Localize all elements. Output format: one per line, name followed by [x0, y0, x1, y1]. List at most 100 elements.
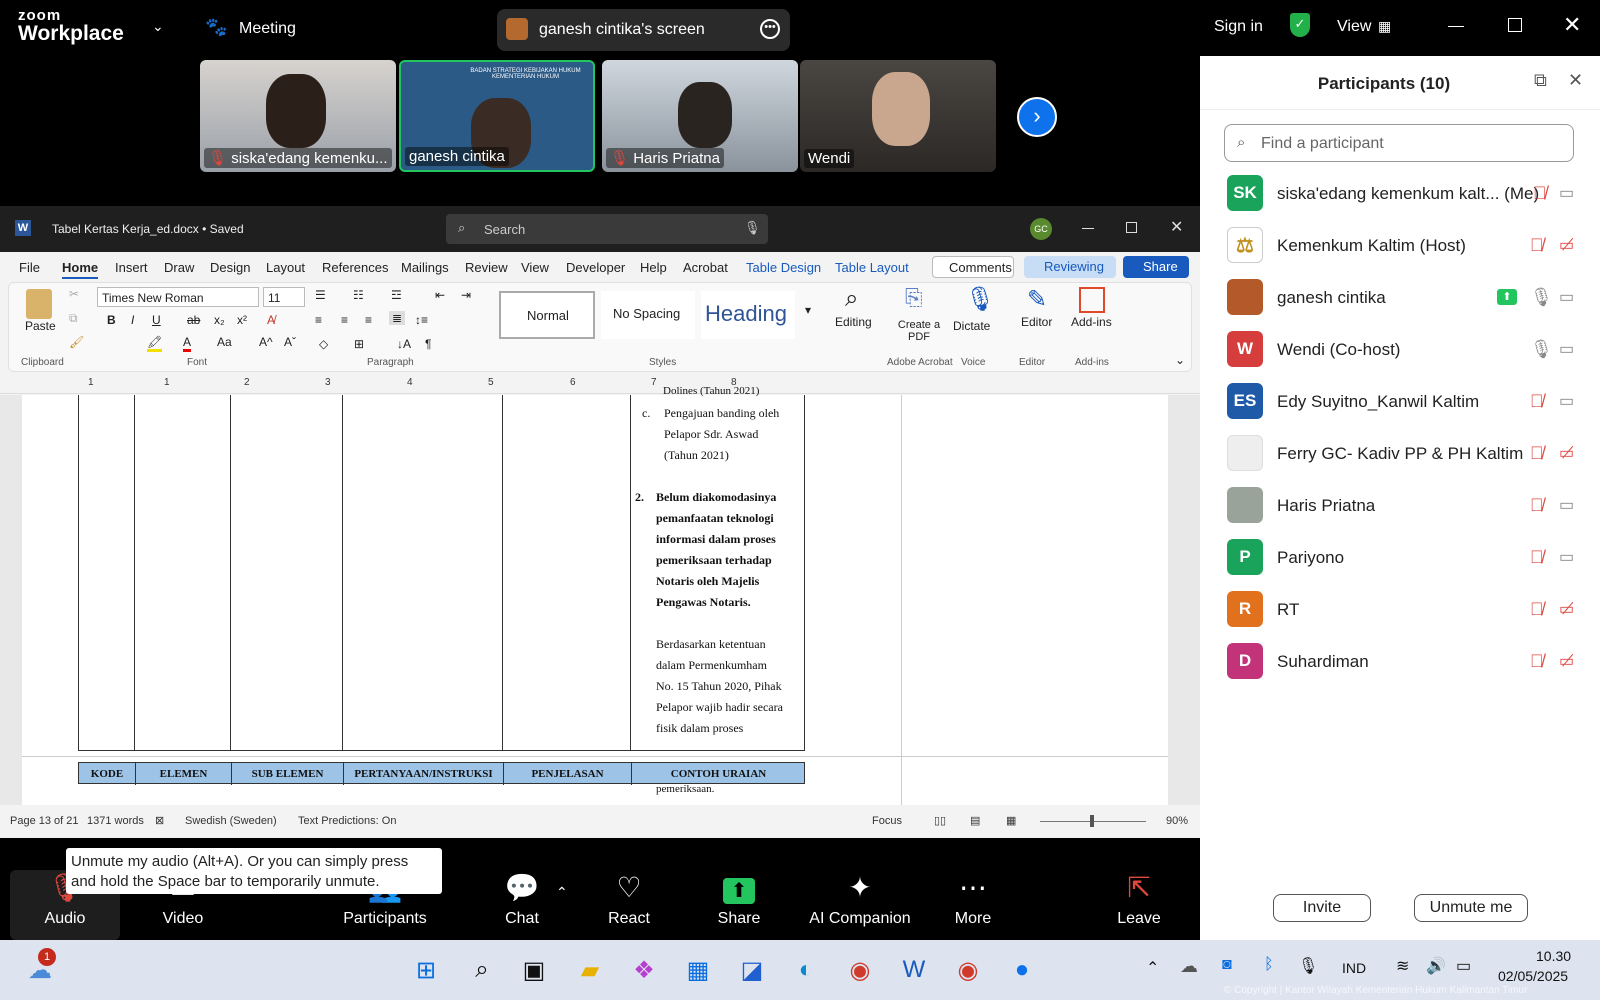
participant-row[interactable]: Ferry GC- Kadiv PP & PH Kaltim 🎙̸ ▭̸ [1200, 428, 1600, 480]
grow-font-icon[interactable]: A^ [259, 335, 273, 349]
tab-review[interactable]: Review [465, 260, 508, 275]
find-participant-input[interactable]: ⌕ Find a participant [1224, 124, 1574, 162]
windows-start-icon[interactable]: ⊞ [408, 952, 444, 988]
restore-icon[interactable] [1126, 222, 1137, 233]
volume-icon[interactable]: 🔊 [1426, 956, 1446, 976]
print-layout-icon[interactable]: ▤ [970, 814, 980, 827]
font-family-select[interactable]: Times New Roman [97, 287, 259, 307]
tab-draw[interactable]: Draw [164, 260, 194, 275]
bullets-icon[interactable]: ☰ [315, 288, 326, 302]
participant-row[interactable]: Haris Priatna 🎙̸ ▭ [1200, 480, 1600, 532]
editing-label[interactable]: Editing [835, 315, 872, 329]
tab-layout[interactable]: Layout [266, 260, 305, 275]
shrink-font-icon[interactable]: Aˇ [284, 335, 296, 349]
editor-label[interactable]: Editor [1021, 315, 1052, 329]
style-no-spacing[interactable]: No Spacing [601, 291, 695, 339]
minimize-icon[interactable] [1448, 26, 1464, 27]
video-tile-active[interactable]: BADAN STRATEGI KEBIJAKAN HUKUM KEMENTERI… [399, 60, 595, 172]
horizontal-ruler[interactable]: 1 1 2 3 4 5 6 7 8 [0, 374, 1200, 394]
chevron-down-icon[interactable]: ⌄ [152, 18, 164, 35]
meeting-button[interactable]: 🐾 Meeting [205, 17, 315, 40]
participant-row[interactable]: W Wendi (Co-host) 🎙 ▭ [1200, 324, 1600, 376]
tray-app-icon[interactable]: ◙ [1222, 956, 1232, 974]
style-normal[interactable]: Normal [499, 291, 595, 339]
styles-more-icon[interactable]: ▾ [805, 303, 811, 317]
status-words[interactable]: 1371 words [87, 815, 144, 827]
share-button[interactable]: Share [1123, 256, 1189, 278]
tab-insert[interactable]: Insert [115, 260, 148, 275]
paste-icon[interactable] [26, 289, 52, 319]
tab-developer[interactable]: Developer [566, 260, 625, 275]
format-painter-icon[interactable]: 🖌 [69, 335, 84, 349]
wifi-icon[interactable]: ≋ [1396, 956, 1409, 976]
justify-icon[interactable]: ≣ [389, 311, 406, 325]
share-title-pill[interactable]: ganesh cintika's screen ••• [497, 9, 790, 51]
status-predictions[interactable]: Text Predictions: On [298, 815, 396, 827]
dictate-icon[interactable]: 🎙 [965, 285, 995, 314]
web-layout-icon[interactable]: ▦ [1006, 814, 1016, 827]
chevron-up-icon[interactable]: ⌃ [1146, 958, 1159, 978]
tab-table-layout[interactable]: Table Layout [835, 260, 909, 275]
edge-icon[interactable]: ◐ [788, 952, 824, 988]
document-page[interactable]: Dolines (Tahun 2021) c. Pengajuan bandin… [22, 385, 1168, 805]
reviewing-button[interactable]: Reviewing [1024, 256, 1116, 278]
pop-out-icon[interactable]: ⧉ [1534, 70, 1547, 91]
tab-file[interactable]: File [19, 260, 40, 275]
tab-design[interactable]: Design [210, 260, 250, 275]
decrease-indent-icon[interactable]: ⇤ [435, 288, 445, 302]
highlight-icon[interactable]: 🖍 [147, 335, 163, 352]
align-center-icon[interactable]: ≡ [341, 313, 348, 327]
next-videos-arrow-icon[interactable]: › [1017, 97, 1057, 137]
chevron-up-icon[interactable]: ⌃ [556, 884, 568, 901]
chrome-profile-icon[interactable]: ◉ [950, 952, 986, 988]
status-page[interactable]: Page 13 of 21 [10, 815, 79, 827]
task-view-icon[interactable]: ▣ [516, 952, 552, 988]
add-ins-icon[interactable] [1079, 287, 1105, 313]
user-avatar[interactable]: GC [1030, 218, 1052, 240]
zoom-taskbar-icon[interactable]: ● [1004, 952, 1040, 988]
cut-icon[interactable]: ✂ [69, 287, 79, 301]
close-icon[interactable]: ✕ [1568, 70, 1583, 91]
borders-icon[interactable]: ⊞ [354, 337, 364, 351]
find-icon[interactable]: ⌕ [845, 285, 858, 313]
view-button[interactable]: View [1337, 18, 1371, 36]
participant-row[interactable]: ES Edy Suyitno_Kanwil Kaltim 🎙̸ ▭ [1200, 376, 1600, 428]
font-color-icon[interactable]: A [183, 335, 192, 352]
restore-icon[interactable] [1508, 18, 1522, 32]
participant-row[interactable]: P Pariyono 🎙̸ ▭ [1200, 532, 1600, 584]
video-tile[interactable]: 🎙 siska'edang kemenku... [200, 60, 396, 172]
input-language[interactable]: IND [1342, 960, 1366, 976]
tab-view[interactable]: View [521, 260, 549, 275]
clock-date[interactable]: 02/05/2025 [1498, 968, 1568, 984]
tab-help[interactable]: Help [640, 260, 667, 275]
share-screen-button[interactable]: ⬆ Share [684, 870, 794, 928]
align-right-icon[interactable]: ≡ [365, 313, 372, 327]
microphone-tray-icon[interactable]: 🎙 [1298, 956, 1318, 976]
collapse-ribbon-icon[interactable]: ⌄ [1175, 353, 1185, 367]
participant-row[interactable]: ⚖ Kemenkum Kaltim (Host) 🎙̸ ▭̸ [1200, 220, 1600, 272]
word-taskbar-icon[interactable]: W [896, 952, 932, 988]
tab-mailings[interactable]: Mailings [401, 260, 449, 275]
unmute-me-button[interactable]: Unmute me [1414, 894, 1528, 922]
focus-button[interactable]: Focus [872, 815, 902, 827]
clear-formatting-icon[interactable]: A̸ [267, 313, 275, 327]
app-icon[interactable]: ◪ [734, 952, 770, 988]
editor-icon[interactable]: ✎ [1027, 285, 1047, 314]
zoom-slider-handle[interactable] [1090, 815, 1094, 827]
align-left-icon[interactable]: ≡ [315, 313, 322, 327]
shading-icon[interactable]: ◇ [319, 337, 328, 351]
sign-in-link[interactable]: Sign in [1214, 18, 1263, 36]
tab-table-design[interactable]: Table Design [746, 260, 821, 275]
bluetooth-icon[interactable]: ᛒ [1264, 956, 1274, 974]
more-options-icon[interactable]: ••• [760, 19, 780, 39]
close-icon[interactable]: ✕ [1170, 217, 1183, 237]
participant-row[interactable]: ganesh cintika ⬆ 🎙 ▭ [1200, 272, 1600, 324]
react-button[interactable]: ♡ React [574, 870, 684, 928]
onedrive-icon[interactable]: ☁ [1180, 956, 1198, 977]
status-language[interactable]: Swedish (Sweden) [185, 815, 277, 827]
invite-button[interactable]: Invite [1273, 894, 1371, 922]
add-ins-label[interactable]: Add-ins [1071, 315, 1112, 329]
chrome-icon[interactable]: ◉ [842, 952, 878, 988]
ai-companion-button[interactable]: ✦ AI Companion [800, 870, 920, 928]
line-spacing-icon[interactable]: ↕≡ [415, 313, 428, 327]
